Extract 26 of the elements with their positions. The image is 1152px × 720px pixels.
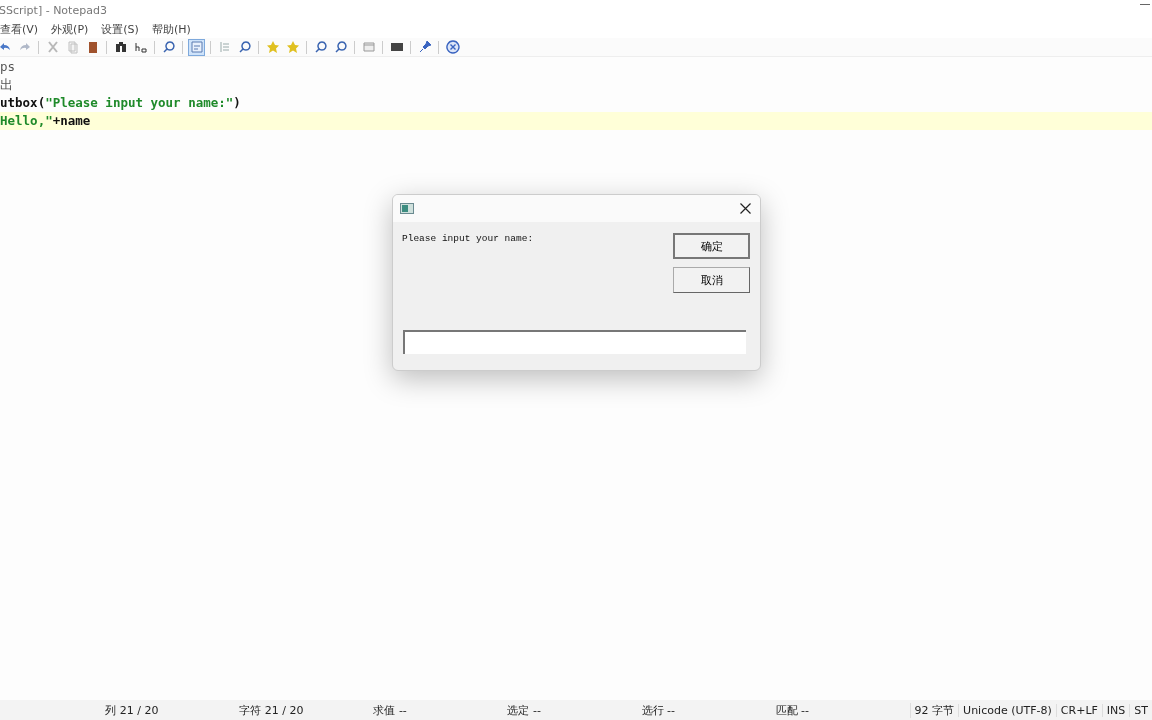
ok-button[interactable]: 确定	[673, 233, 750, 259]
status-text: 选定 --	[507, 702, 542, 718]
cancel-button[interactable]: 取消	[673, 267, 750, 293]
status-text: 求值 --	[373, 702, 408, 718]
window-title: SScript] - Notepad3	[0, 3, 107, 17]
status-text: 92 字节	[909, 702, 959, 718]
code-line: utbox("Please input your name:")	[0, 94, 242, 112]
status-text: 选行 --	[641, 702, 676, 718]
menu-item[interactable]: 查看(V)	[0, 21, 39, 37]
menu-item[interactable]: 帮助(H)	[151, 21, 191, 37]
code-line: ps	[0, 58, 17, 76]
status-text: INS	[1101, 703, 1130, 717]
status-text: 匹配 --	[775, 702, 810, 718]
code-line: 出	[0, 76, 14, 94]
status-text: 列 21 / 20	[105, 702, 160, 718]
status-text: Unicode (UTF-8)	[958, 703, 1056, 717]
input-field[interactable]	[403, 330, 746, 354]
close-icon[interactable]	[740, 203, 751, 214]
status-text: 字符 21 / 20	[239, 702, 305, 718]
status-text: ST	[1129, 703, 1152, 717]
window-icon	[400, 203, 414, 214]
menu-item[interactable]: 外观(P)	[51, 21, 89, 37]
prompt-text: Please input your name:	[402, 233, 534, 244]
status-text: CR+LF	[1055, 703, 1102, 717]
editor-area[interactable]: ps 出 utbox("Please input your name:") Hello,"+name Please input your name: 确定 取消	[0, 57, 1152, 700]
menu-item[interactable]: 设置(S)	[101, 21, 139, 37]
